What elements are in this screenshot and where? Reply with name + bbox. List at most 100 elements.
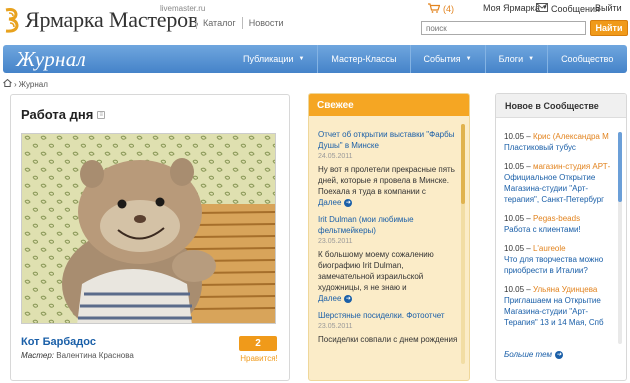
- chevron-down-icon: ▼: [528, 56, 535, 62]
- more-label: Далее: [318, 198, 342, 207]
- community-heading: Новое в Сообществе: [496, 94, 626, 118]
- fresh-scrollbar[interactable]: [461, 124, 465, 364]
- fresh-item-text: Ну вот я пролетели прекрасные пять дней,…: [318, 165, 455, 196]
- divider: [241, 17, 243, 29]
- nav-item-master-classes[interactable]: Мастер-Классы: [317, 45, 409, 73]
- list-item: Отчет об открытии выставки "Фарбы Душы" …: [318, 129, 458, 208]
- logo-mark-icon: [3, 7, 21, 33]
- nav-item-community[interactable]: Сообщество: [547, 45, 626, 73]
- search-button[interactable]: Найти: [590, 20, 628, 36]
- work-name[interactable]: Кот Барбадос: [21, 336, 96, 348]
- list-item: Irit Dulman (мои любимые фельтмейкеры) 2…: [318, 214, 458, 304]
- fresh-heading: Свежее: [309, 94, 469, 116]
- cat-toy-photo: [22, 134, 275, 323]
- chevron-down-icon: ▼: [465, 56, 472, 62]
- cart-icon: [428, 3, 441, 15]
- breadcrumb-separator: ›: [14, 79, 17, 89]
- nav-item-label: Блоги: [498, 54, 524, 64]
- topic-title[interactable]: Пластиковый тубус: [504, 142, 616, 153]
- nav-item-label: Мастер-Классы: [331, 54, 397, 64]
- more-label: Далее: [318, 294, 342, 303]
- fresh-item-text: К большому моему сожалению биографию Iri…: [318, 250, 434, 292]
- fresh-item-title[interactable]: Irit Dulman (мои любимые фельтмейкеры): [318, 214, 458, 236]
- list-item: 10.05 – Pegas-beads Работа с клиентами!: [504, 213, 616, 235]
- logo-domain: livemaster.ru: [160, 4, 206, 13]
- list-item: 10.05 – L'aureole Что для творчества мож…: [504, 243, 616, 276]
- topic-author[interactable]: Крис (Александра М: [533, 132, 609, 141]
- topic-author[interactable]: L'aureole: [533, 244, 566, 253]
- fresh-item-title[interactable]: Отчет об открытии выставки "Фарбы Душы" …: [318, 129, 458, 151]
- chevron-down-icon: ▼: [298, 56, 305, 62]
- more-link[interactable]: Далее ➜: [318, 293, 458, 304]
- like-count-button[interactable]: 2: [239, 336, 277, 351]
- more-link[interactable]: Далее ➜: [318, 197, 458, 208]
- divider: [196, 17, 197, 29]
- news-link[interactable]: Новости: [249, 18, 284, 28]
- topic-title[interactable]: Что для творчества можно приобрести в Ит…: [504, 254, 616, 276]
- info-icon[interactable]: ≡: [97, 110, 106, 119]
- fresh-panel: Свежее Отчет об открытии выставки "Фарбы…: [308, 93, 470, 381]
- arrow-right-icon: ➜: [344, 294, 353, 303]
- fresh-item-title[interactable]: Шерстяные посиделки. Фотоотчет: [318, 310, 458, 321]
- author-label: Мастер:: [21, 351, 54, 360]
- work-image[interactable]: [21, 133, 276, 324]
- work-author: Мастер: Валентина Краснова: [21, 351, 134, 360]
- topic-date: 10.05: [504, 244, 525, 253]
- cart-link[interactable]: (4): [428, 3, 454, 15]
- topic-date: 10.05: [504, 214, 525, 223]
- nav-item-blogs[interactable]: Блоги ▼: [484, 45, 547, 73]
- nav-item-publications[interactable]: Публикации ▼: [230, 45, 317, 73]
- topic-author[interactable]: Ульяна Удинцева: [533, 285, 597, 294]
- list-item: 10.05 – магазин-студия АРТ- Официальное …: [504, 161, 616, 205]
- nav-items: Публикации ▼ Мастер-Классы События ▼ Блоги…: [230, 45, 626, 73]
- messages-link[interactable]: Сообщения: [536, 3, 600, 14]
- cart-count: (4): [443, 4, 454, 14]
- section-title[interactable]: Журнал: [16, 47, 206, 72]
- list-item: 10.05 – Крис (Александра М Пластиковый т…: [504, 131, 616, 153]
- topic-title[interactable]: Приглашаем на Открытие Магазина-студии "…: [504, 295, 616, 328]
- logout-link[interactable]: Выйти: [595, 3, 622, 13]
- topic-title[interactable]: Работа с клиентами!: [504, 224, 616, 235]
- arrow-right-icon: ➜: [344, 198, 353, 207]
- more-topics-link[interactable]: Больше тем ➜: [504, 350, 564, 359]
- topic-date: 10.05: [504, 162, 525, 171]
- nav-item-label: События: [423, 54, 461, 64]
- fresh-item-date: 24.05.2011: [318, 153, 353, 160]
- top-links: Каталог Новости: [196, 17, 284, 29]
- topic-author[interactable]: Pegas-beads: [533, 214, 580, 223]
- list-item: 10.05 – Ульяна Удинцева Приглашаем на От…: [504, 284, 616, 328]
- messages-label: Сообщения: [551, 3, 600, 14]
- arrow-right-icon: ➜: [555, 350, 564, 359]
- community-list: 10.05 – Крис (Александра М Пластиковый т…: [504, 131, 616, 336]
- topic-title[interactable]: Официальное Открытие Магазина-студии "Ар…: [504, 172, 616, 205]
- fresh-item-text: Посиделки совпали с днем рождения: [318, 335, 458, 344]
- scrollbar-thumb[interactable]: [461, 124, 465, 204]
- author-name[interactable]: Валентина Краснова: [56, 351, 134, 360]
- fresh-list: Отчет об открытии выставки "Фарбы Душы" …: [318, 129, 458, 351]
- my-fair-label: Моя Ярмарка: [483, 3, 540, 13]
- catalog-link[interactable]: Каталог: [203, 18, 236, 28]
- breadcrumb-current: Журнал: [18, 79, 48, 89]
- work-of-day-heading: Работа дня ≡: [21, 107, 106, 122]
- nav-item-label: Публикации: [243, 54, 294, 64]
- topic-date: 10.05: [504, 132, 525, 141]
- topic-author[interactable]: магазин-студия АРТ-: [533, 162, 610, 171]
- search-input[interactable]: [421, 21, 586, 35]
- envelope-icon: [536, 3, 548, 14]
- work-of-day-title: Работа дня: [21, 107, 94, 122]
- like-label[interactable]: Нравится!: [238, 354, 280, 363]
- nav-item-events[interactable]: События ▼: [409, 45, 485, 73]
- scrollbar-thumb[interactable]: [618, 132, 622, 202]
- community-panel: Новое в Сообществе 10.05 – Крис (Алексан…: [495, 93, 627, 381]
- main-navbar: Журнал Публикации ▼ Мастер-Классы События…: [3, 45, 627, 73]
- home-icon[interactable]: [3, 78, 12, 89]
- more-topics-label: Больше тем: [504, 350, 553, 359]
- fresh-item-date: 23.05.2011: [318, 323, 353, 330]
- work-of-day-panel: Работа дня ≡ Кот Барбадос Мастер: Валент…: [10, 94, 290, 381]
- topic-date: 10.05: [504, 285, 525, 294]
- list-item: Шерстяные посиделки. Фотоотчет 23.05.201…: [318, 310, 458, 345]
- nav-item-label: Сообщество: [561, 54, 614, 64]
- community-scrollbar[interactable]: [618, 132, 622, 344]
- breadcrumb: › Журнал: [3, 78, 48, 89]
- fresh-item-date: 23.05.2011: [318, 238, 353, 245]
